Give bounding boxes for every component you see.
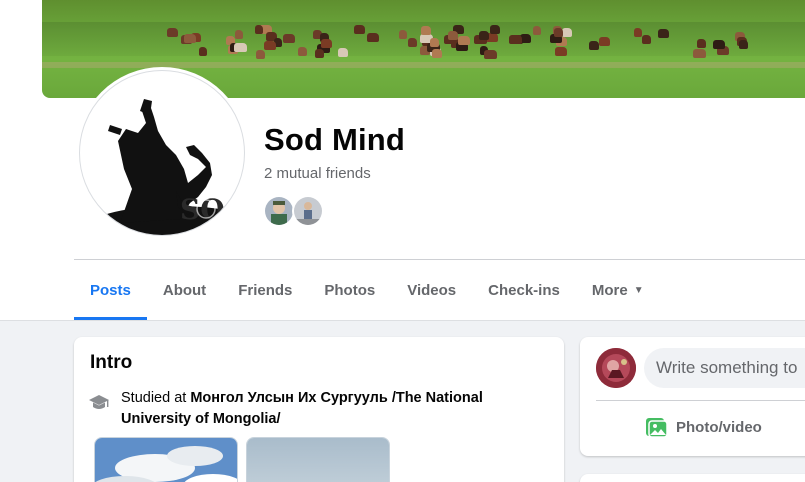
horse-figure: [598, 36, 610, 46]
mutual-friend-avatar[interactable]: [263, 195, 295, 227]
photo-video-button[interactable]: Photo/video: [644, 415, 762, 439]
horse-figure: [553, 28, 563, 37]
horse-figure: [634, 27, 643, 37]
horse-figure: [407, 38, 418, 48]
horse-figure: [255, 49, 266, 59]
horse-figure: [283, 34, 295, 44]
tab-check-ins[interactable]: Check-ins: [472, 260, 576, 320]
horse-figure: [484, 49, 497, 59]
horse-figure: [166, 28, 179, 37]
tab-posts[interactable]: Posts: [74, 260, 147, 320]
photo-icon: [646, 418, 668, 438]
horse-figure: [297, 46, 307, 56]
tab-videos[interactable]: Videos: [391, 260, 472, 320]
horse-figure: [532, 26, 542, 36]
tab-friends[interactable]: Friends: [222, 260, 308, 320]
horse-figure: [554, 46, 567, 56]
horse-figure: [561, 28, 573, 38]
photo-video-label: Photo/video: [676, 418, 762, 436]
tab-more-label: More: [591, 281, 628, 299]
horse-figure: [366, 33, 380, 43]
horse-figure: [420, 25, 432, 35]
intro-card: Intro Studied at Монгол Улсын Их Сургуул…: [74, 337, 564, 482]
horse-figure: [697, 38, 707, 48]
profile-tabs: Posts About Friends Photos Videos Check-…: [74, 260, 805, 320]
next-card-edge: [580, 474, 805, 482]
education-prefix: Studied at: [121, 390, 191, 406]
horse-figure: [254, 24, 263, 34]
profile-name: Sod Mind: [264, 122, 406, 157]
horseman-silhouette-image: SO: [90, 99, 244, 235]
horse-figure: [431, 49, 442, 59]
intro-photo-thumbnail[interactable]: [94, 437, 238, 482]
horse-figure: [658, 28, 669, 38]
horse-figure: [458, 35, 470, 45]
graduation-cap-icon: [89, 395, 109, 409]
horse-figure: [183, 33, 197, 43]
horse-figure: [430, 38, 439, 48]
horse-figure: [320, 39, 333, 49]
horse-figure: [264, 41, 276, 51]
horse-figure: [314, 48, 325, 58]
horse-figure: [641, 34, 651, 44]
tab-photos[interactable]: Photos: [308, 260, 391, 320]
horse-figure: [233, 42, 247, 52]
composer-divider: [596, 400, 805, 401]
horse-figure: [509, 35, 523, 45]
horse-figure: [713, 40, 725, 50]
current-user-avatar[interactable]: [596, 348, 636, 388]
horse-figure: [199, 46, 208, 56]
mutual-friend-avatars: [263, 195, 324, 227]
tab-about[interactable]: About: [147, 260, 222, 320]
education-entry: Studied at Монгол Улсын Их Сургууль /The…: [121, 388, 521, 430]
tab-more[interactable]: More ▼: [576, 260, 660, 320]
horse-figure: [338, 47, 349, 57]
caret-down-icon: ▼: [633, 284, 644, 296]
horse-figure: [738, 39, 749, 49]
profile-picture[interactable]: SO: [79, 70, 245, 236]
horse-figure: [589, 40, 600, 50]
horse-figure: [353, 24, 366, 34]
mutual-friend-avatar[interactable]: [292, 195, 324, 227]
mutual-friends-link[interactable]: 2 mutual friends: [264, 165, 371, 182]
horse-figure: [447, 30, 459, 40]
horse-figure: [692, 48, 706, 58]
write-post-input[interactable]: Write something to: [644, 348, 805, 388]
profile-picture-frame[interactable]: SO: [76, 67, 248, 239]
horse-figure: [398, 29, 408, 39]
intro-title: Intro: [90, 352, 133, 373]
horse-figure: [479, 31, 489, 41]
horse-figure: [234, 29, 244, 39]
avatar-logo-lettering: SO: [180, 193, 225, 226]
intro-photo-thumbnail[interactable]: [246, 437, 390, 482]
horse-figure: [490, 24, 501, 34]
composer-card: Write something to Photo/video: [580, 337, 805, 456]
